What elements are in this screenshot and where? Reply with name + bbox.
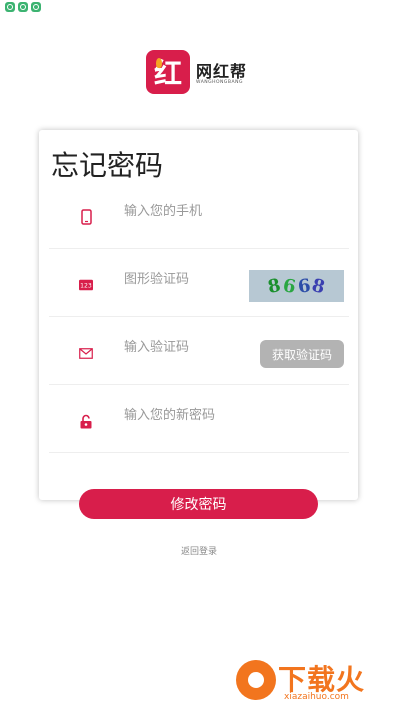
- number-123-icon: 123: [79, 278, 93, 292]
- svg-text:123: 123: [80, 283, 92, 290]
- back-to-login-link[interactable]: 返回登录: [0, 544, 398, 557]
- brand-subtitle: WANGHONGBANG: [196, 80, 243, 85]
- app-notification-icon: [31, 2, 41, 12]
- status-bar-icons: [5, 2, 41, 12]
- captcha-image[interactable]: 8 6 6 8: [249, 270, 344, 302]
- new-password-input[interactable]: [124, 404, 254, 426]
- phone-icon: [79, 209, 93, 225]
- phone-input[interactable]: [124, 200, 254, 222]
- captcha-row: 123 8 6 6 8: [49, 248, 349, 317]
- sms-code-row: 获取验证码: [49, 316, 349, 385]
- forgot-password-card: 忘记密码 123 8 6 6 8: [39, 130, 358, 500]
- watermark-logo-icon: [236, 660, 276, 700]
- captcha-char: 6: [281, 274, 298, 298]
- envelope-icon: [79, 346, 93, 360]
- change-password-button[interactable]: 修改密码: [79, 489, 318, 519]
- app-notification-icon: [18, 2, 28, 12]
- page-title: 忘记密码: [51, 149, 164, 182]
- captcha-input[interactable]: [124, 268, 254, 290]
- captcha-char: 8: [309, 274, 327, 298]
- new-password-row: [49, 384, 349, 453]
- watermark-url: xiazaihuo.com: [284, 692, 349, 702]
- sms-code-input[interactable]: [124, 336, 254, 358]
- watermark: 下载火 xiazaihuo.com: [236, 656, 396, 706]
- phone-row: [49, 180, 349, 249]
- logo-mark-icon: 红: [146, 50, 190, 94]
- get-code-button[interactable]: 获取验证码: [260, 340, 344, 368]
- brand-logo: 红 网红帮 WANGHONGBANG: [146, 50, 256, 96]
- app-notification-icon: [5, 2, 15, 12]
- lock-icon: [79, 414, 93, 428]
- brand-name: 网红帮: [196, 62, 248, 81]
